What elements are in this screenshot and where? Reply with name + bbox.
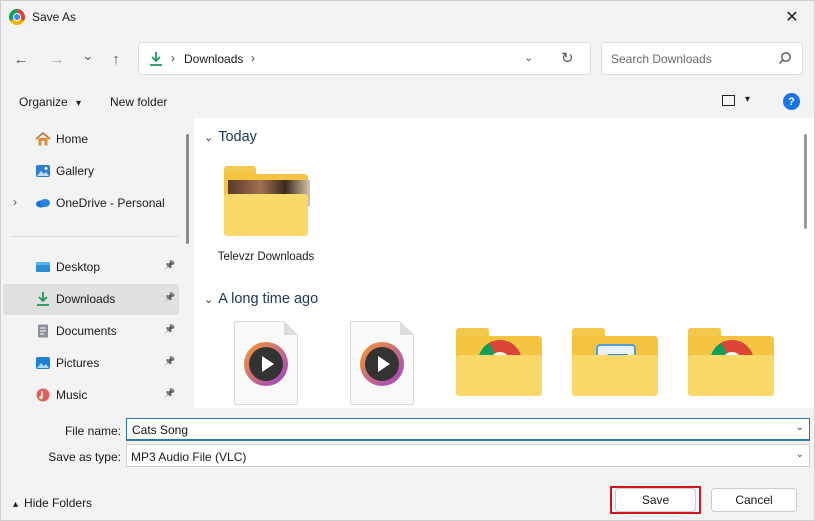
download-icon xyxy=(37,292,49,306)
sidebar-item-gallery[interactable]: Gallery xyxy=(3,156,179,187)
sidebar-item-music[interactable]: Music 📌 xyxy=(3,380,179,411)
recent-locations-button[interactable]: ⌄ xyxy=(77,44,99,68)
chevron-right-icon[interactable]: › xyxy=(13,195,17,209)
breadcrumb-separator[interactable]: › xyxy=(251,51,255,65)
file-name-label: File name: xyxy=(64,424,121,438)
address-bar[interactable]: › Downloads › ⌄ ↻ xyxy=(138,42,591,75)
breadcrumb-separator: › xyxy=(171,51,175,65)
file-label: Televzr Downloads xyxy=(217,251,315,263)
view-options-icon[interactable] xyxy=(722,95,735,106)
pin-icon[interactable]: 📌 xyxy=(164,292,175,303)
chevron-down-icon: ▾ xyxy=(76,98,82,109)
sidebar-item-label: Music xyxy=(56,388,88,402)
sidebar-item-downloads[interactable]: Downloads 📌 xyxy=(3,284,179,315)
refresh-icon[interactable]: ↻ xyxy=(561,49,574,67)
pictures-icon xyxy=(36,357,50,369)
pin-icon[interactable]: 📌 xyxy=(164,388,175,399)
search-input[interactable]: Search Downloads xyxy=(611,52,712,66)
back-button[interactable]: ← xyxy=(10,47,32,71)
close-button[interactable]: ✕ xyxy=(770,1,814,33)
sidebar-item-label: Pictures xyxy=(56,356,100,370)
content-scrollbar[interactable] xyxy=(804,134,807,229)
folder-item[interactable] xyxy=(680,326,780,406)
media-play-icon xyxy=(360,342,404,386)
music-icon xyxy=(36,388,50,402)
pin-icon[interactable]: 📌 xyxy=(164,260,175,271)
documents-icon xyxy=(38,324,48,338)
nav-divider xyxy=(11,236,179,237)
sidebar-item-desktop[interactable]: Desktop 📌 xyxy=(3,252,179,283)
media-play-icon xyxy=(244,342,288,386)
sidebar-item-pictures[interactable]: Pictures 📌 xyxy=(3,348,179,379)
group-header-today[interactable]: ⌄ Today xyxy=(204,129,257,145)
cancel-button[interactable]: Cancel xyxy=(711,488,797,512)
sidebar-item-label: Desktop xyxy=(56,260,101,274)
chevron-down-icon: ⌄ xyxy=(204,132,214,144)
save-as-dialog: Save As ✕ ← → ⌄ ↑ › Downloads › ⌄ ↻ Sear… xyxy=(0,0,815,521)
hide-folders-button[interactable]: ▴ Hide Folders xyxy=(13,496,92,510)
media-file-item[interactable] xyxy=(216,321,316,408)
folder-icon xyxy=(456,328,542,396)
folder-icon xyxy=(688,328,774,396)
folder-televzr-downloads[interactable]: Televzr Downloads xyxy=(216,162,316,282)
file-list: ⌄ Today Televzr Downloads ⌄ A long time ag… xyxy=(194,118,814,408)
folder-item[interactable] xyxy=(448,326,548,406)
download-icon xyxy=(150,52,162,66)
sidebar-item-documents[interactable]: Documents 📌 xyxy=(3,316,179,347)
up-button[interactable]: ↑ xyxy=(105,47,127,71)
help-icon[interactable]: ? xyxy=(783,93,800,110)
group-title: Today xyxy=(218,129,257,145)
sidebar-item-label: Documents xyxy=(56,324,117,338)
save-type-label: Save as type: xyxy=(48,450,121,464)
file-name-input[interactable] xyxy=(132,421,782,438)
sidebar-item-label: Home xyxy=(56,132,89,146)
sidebar-item-label: Gallery xyxy=(56,164,95,178)
chevron-down-icon[interactable]: ▾ xyxy=(745,94,750,105)
sidebar-item-home[interactable]: Home xyxy=(3,124,179,155)
hide-folders-label: Hide Folders xyxy=(24,496,93,510)
organize-menu[interactable]: Organize ▾ xyxy=(19,95,81,109)
chrome-app-icon xyxy=(9,9,25,25)
sidebar-item-onedrive[interactable]: › OneDrive - Personal xyxy=(3,188,179,219)
onedrive-icon xyxy=(36,199,50,208)
forward-button[interactable]: → xyxy=(46,47,68,71)
file-icon xyxy=(234,321,298,405)
search-box[interactable]: Search Downloads xyxy=(601,42,803,75)
command-bar: Organize ▾ New folder xyxy=(1,87,814,117)
search-icon xyxy=(778,52,791,65)
folder-icon xyxy=(224,166,310,236)
organize-label: Organize xyxy=(19,95,68,109)
media-file-item[interactable] xyxy=(332,321,432,408)
folder-item[interactable] xyxy=(564,326,664,406)
save-type-value: MP3 Audio File (VLC) xyxy=(131,450,247,464)
chevron-down-icon[interactable]: ⌄ xyxy=(524,51,533,64)
gallery-icon xyxy=(36,165,50,177)
group-title: A long time ago xyxy=(218,291,319,307)
chevron-up-icon: ▴ xyxy=(13,499,19,510)
desktop-icon xyxy=(36,262,50,272)
breadcrumb-downloads[interactable]: Downloads xyxy=(184,52,243,66)
navigation-pane: Home Gallery › OneDrive - Personal Deskt… xyxy=(1,118,181,408)
title-bar: Save As ✕ xyxy=(1,1,814,33)
pin-icon[interactable]: 📌 xyxy=(164,356,175,367)
save-button[interactable]: Save xyxy=(615,488,696,512)
nav-scrollbar[interactable] xyxy=(186,134,189,244)
save-type-select[interactable]: MP3 Audio File (VLC) ⌄ xyxy=(126,444,810,467)
chevron-down-icon: ⌄ xyxy=(204,294,214,306)
file-name-field[interactable]: ⌄ xyxy=(126,418,810,441)
home-icon xyxy=(35,132,51,146)
chevron-down-icon[interactable]: ⌄ xyxy=(796,422,804,433)
group-header-long-ago[interactable]: ⌄ A long time ago xyxy=(204,291,318,307)
new-folder-button[interactable]: New folder xyxy=(110,95,167,109)
sidebar-item-label: OneDrive - Personal xyxy=(56,196,165,210)
folder-icon xyxy=(572,328,658,396)
file-icon xyxy=(350,321,414,405)
window-title: Save As xyxy=(32,10,77,24)
pin-icon[interactable]: 📌 xyxy=(164,324,175,335)
chevron-down-icon[interactable]: ⌄ xyxy=(796,449,804,460)
sidebar-item-label: Downloads xyxy=(56,292,116,306)
